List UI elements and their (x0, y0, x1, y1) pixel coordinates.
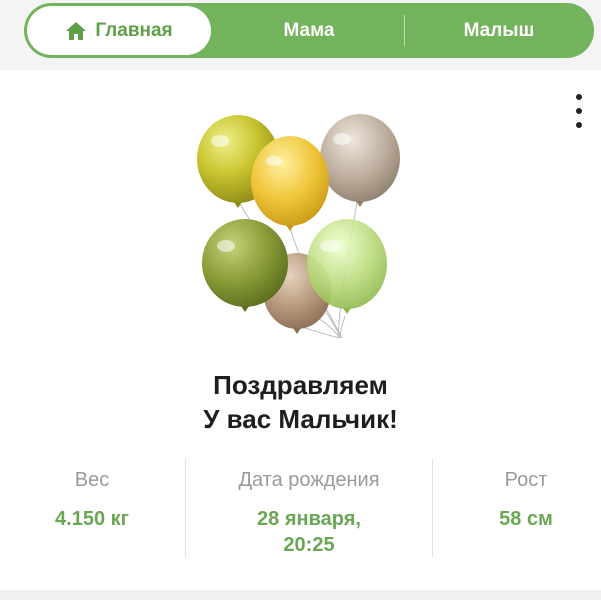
tab-home[interactable]: Главная (27, 6, 211, 55)
top-navigation-bar: Главная Мама Малыш (0, 0, 601, 70)
headline-line-1: Поздравляем (213, 370, 388, 400)
congratulations-headline: Поздравляем У вас Мальчик! (0, 368, 601, 436)
segmented-tab-control: Главная Мама Малыш (24, 3, 594, 58)
baby-stats-row: Вес 4.150 кг Дата рождения 28 января, 20… (0, 458, 601, 558)
more-vertical-icon[interactable] (571, 94, 587, 128)
stat-weight: Вес 4.150 кг (0, 468, 184, 532)
stat-birth-date-label: Дата рождения (238, 469, 380, 491)
tab-home-label: Главная (95, 19, 173, 41)
stat-birth-date: Дата рождения 28 января, 20:25 (186, 468, 432, 558)
tab-mama[interactable]: Мама (214, 3, 404, 58)
stat-birth-date-value: 28 января, 20:25 (229, 506, 389, 558)
headline-line-2: У вас Мальчик! (203, 404, 398, 434)
stats-divider (432, 458, 433, 558)
tab-baby-label: Малыш (463, 19, 535, 41)
birth-announcement-card: Поздравляем У вас Мальчик! Вес 4.150 кг … (0, 70, 601, 590)
stat-height: Рост 58 см (434, 468, 601, 532)
stat-weight-value: 4.150 кг (55, 508, 129, 530)
stat-weight-label: Вес (74, 469, 110, 491)
tab-baby[interactable]: Малыш (404, 3, 594, 58)
stat-height-label: Рост (504, 469, 548, 491)
balloons-illustration (197, 114, 400, 339)
birth-time-line: 20:25 (283, 534, 335, 556)
tab-mama-label: Мама (283, 19, 335, 41)
birth-date-line: 28 января, (257, 508, 361, 530)
home-icon (66, 21, 87, 40)
stat-height-value: 58 см (499, 508, 553, 530)
